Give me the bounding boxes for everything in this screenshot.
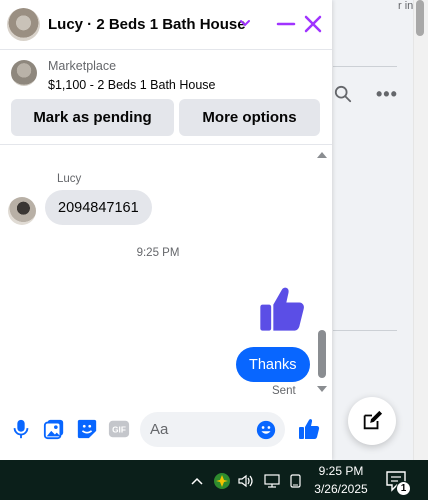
background-panel [333, 0, 413, 460]
close-icon[interactable] [302, 12, 324, 36]
gif-icon[interactable]: GIF [108, 418, 130, 440]
microphone-icon[interactable] [10, 418, 32, 440]
like-icon [260, 287, 304, 331]
outgoing-message[interactable]: Thanks [236, 347, 310, 382]
scroll-down-arrow[interactable] [317, 386, 327, 392]
compose-icon [363, 410, 383, 430]
message-timestamp: 9:25 PM [136, 247, 180, 259]
minimize-icon[interactable] [276, 12, 296, 36]
like-icon[interactable] [297, 417, 321, 441]
incoming-message[interactable]: 2094847161 [45, 190, 152, 225]
sent-status: Sent [272, 385, 296, 397]
taskbar-date[interactable]: 3/26/2025 [310, 482, 372, 496]
emoji-icon[interactable] [256, 420, 276, 440]
background-divider [333, 330, 397, 331]
taskbar-time[interactable]: 9:25 PM [310, 464, 372, 478]
notification-badge: 1 [396, 481, 411, 496]
background-divider [333, 66, 397, 67]
new-message-button[interactable] [348, 397, 396, 445]
page-scrollbar[interactable] [413, 0, 428, 460]
message-input[interactable] [150, 419, 250, 439]
volume-icon[interactable] [237, 472, 255, 490]
svg-text:GIF: GIF [112, 426, 126, 435]
chat-title[interactable]: Lucy · 2 Beds 1 Bath House [48, 16, 246, 33]
page-scroll-thumb[interactable] [416, 0, 424, 36]
listing-title[interactable]: $1,100 - 2 Beds 1 Bath House [48, 78, 215, 92]
more-icon[interactable]: ••• [376, 84, 398, 105]
sender-avatar[interactable] [8, 197, 36, 225]
sticker-icon[interactable] [76, 418, 98, 440]
more-options-button[interactable]: More options [179, 99, 320, 136]
photo-icon[interactable] [43, 418, 65, 440]
search-icon[interactable] [334, 85, 352, 103]
device-icon[interactable] [289, 472, 303, 490]
mark-as-pending-button[interactable]: Mark as pending [11, 99, 174, 136]
avatar[interactable] [7, 8, 40, 41]
message-scroll-thumb[interactable] [318, 330, 326, 378]
listing-thumbnail[interactable] [11, 60, 37, 86]
scroll-up-arrow[interactable] [317, 152, 327, 158]
chevron-down-icon[interactable] [238, 16, 252, 30]
chevron-up-icon[interactable] [190, 472, 204, 490]
app-tray-icon[interactable] [213, 472, 231, 490]
marketplace-label: Marketplace [48, 59, 117, 73]
sender-name: Lucy [57, 173, 82, 185]
network-icon[interactable] [263, 472, 281, 490]
